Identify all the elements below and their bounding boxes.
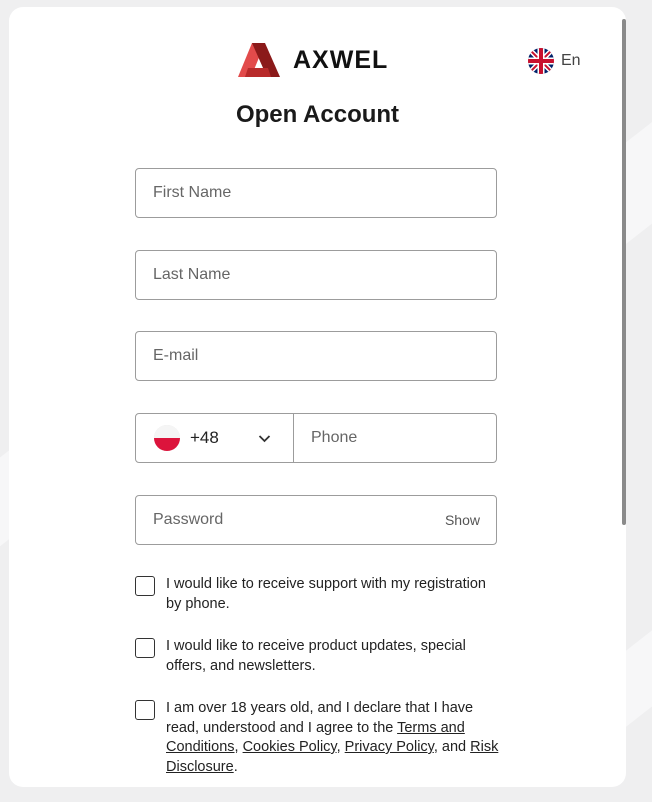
password-input[interactable]: [136, 496, 496, 544]
consent-phone-support: I would like to receive support with my …: [135, 575, 505, 614]
email-field: [135, 331, 497, 381]
signup-card: AXWEL En Open Account +48: [9, 7, 626, 787]
cookies-policy-link[interactable]: Cookies Policy: [243, 739, 337, 755]
brand-logo: AXWEL: [238, 43, 388, 77]
country-code-select[interactable]: +48: [136, 414, 294, 462]
consent-newsletter: I would like to receive product updates,…: [135, 637, 505, 676]
uk-flag-icon: [528, 48, 554, 74]
consent-separator: , and: [433, 739, 471, 755]
phone-field: +48: [135, 413, 497, 463]
poland-flag-icon: [154, 425, 180, 451]
consent-terms-label: I am over 18 years old, and I declare th…: [166, 699, 505, 777]
first-name-input[interactable]: [136, 169, 496, 217]
consent-phone-support-label: I would like to receive support with my …: [166, 576, 486, 612]
show-password-button[interactable]: Show: [445, 512, 480, 528]
phone-input[interactable]: [294, 414, 496, 462]
scrollbar-thumb[interactable]: [622, 19, 626, 525]
language-selector[interactable]: En: [528, 48, 581, 74]
consent-terms-end: .: [233, 758, 238, 775]
consent-phone-support-checkbox[interactable]: [135, 576, 155, 596]
consent-newsletter-checkbox[interactable]: [135, 638, 155, 658]
phone-input-wrap: [294, 414, 496, 462]
password-field: Show: [135, 495, 497, 545]
chevron-down-icon: [258, 435, 271, 443]
dial-code: +48: [190, 428, 219, 447]
page-title: Open Account: [235, 101, 400, 128]
language-label: En: [561, 52, 581, 69]
consent-separator: ,: [234, 739, 243, 755]
email-input[interactable]: [136, 332, 496, 380]
brand-name: AXWEL: [293, 45, 389, 74]
axwel-a-logo-icon: [238, 43, 280, 77]
consent-newsletter-label: I would like to receive product updates,…: [166, 638, 466, 674]
first-name-field: [135, 168, 497, 218]
last-name-field: [135, 250, 497, 300]
privacy-policy-link[interactable]: Privacy Policy: [345, 739, 434, 755]
last-name-input[interactable]: [136, 251, 496, 299]
consent-terms: I am over 18 years old, and I declare th…: [135, 699, 505, 777]
consent-separator: ,: [336, 739, 345, 755]
consent-terms-checkbox[interactable]: [135, 700, 155, 720]
